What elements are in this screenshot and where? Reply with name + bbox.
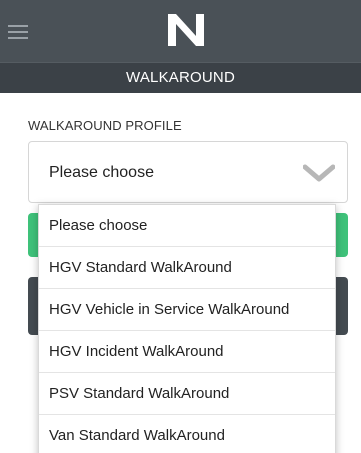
option-psv-standard[interactable]: PSV Standard WalkAround xyxy=(39,373,335,415)
option-hgv-standard[interactable]: HGV Standard WalkAround xyxy=(39,247,335,289)
option-hgv-vehicle-in-service[interactable]: HGV Vehicle in Service WalkAround xyxy=(39,289,335,331)
option-please-choose[interactable]: Please choose xyxy=(39,205,335,247)
top-bar xyxy=(0,0,361,62)
selected-value: Please choose xyxy=(49,164,154,181)
page-title: WALKAROUND xyxy=(126,69,235,86)
dropdown-list: Please choose HGV Standard WalkAround HG… xyxy=(38,204,336,453)
app: WALKAROUND WALKAROUND PROFILE Please cho… xyxy=(0,0,361,453)
hamburger-menu-icon[interactable] xyxy=(8,25,28,39)
option-hgv-incident[interactable]: HGV Incident WalkAround xyxy=(39,331,335,373)
title-bar: WALKAROUND xyxy=(0,62,361,93)
walkaround-profile-select[interactable]: Please choose xyxy=(28,141,348,203)
option-van-standard[interactable]: Van Standard WalkAround xyxy=(39,415,335,453)
walkaround-profile-label: WALKAROUND PROFILE xyxy=(28,118,182,133)
chevron-down-icon xyxy=(303,164,335,182)
logo-icon xyxy=(168,14,204,46)
